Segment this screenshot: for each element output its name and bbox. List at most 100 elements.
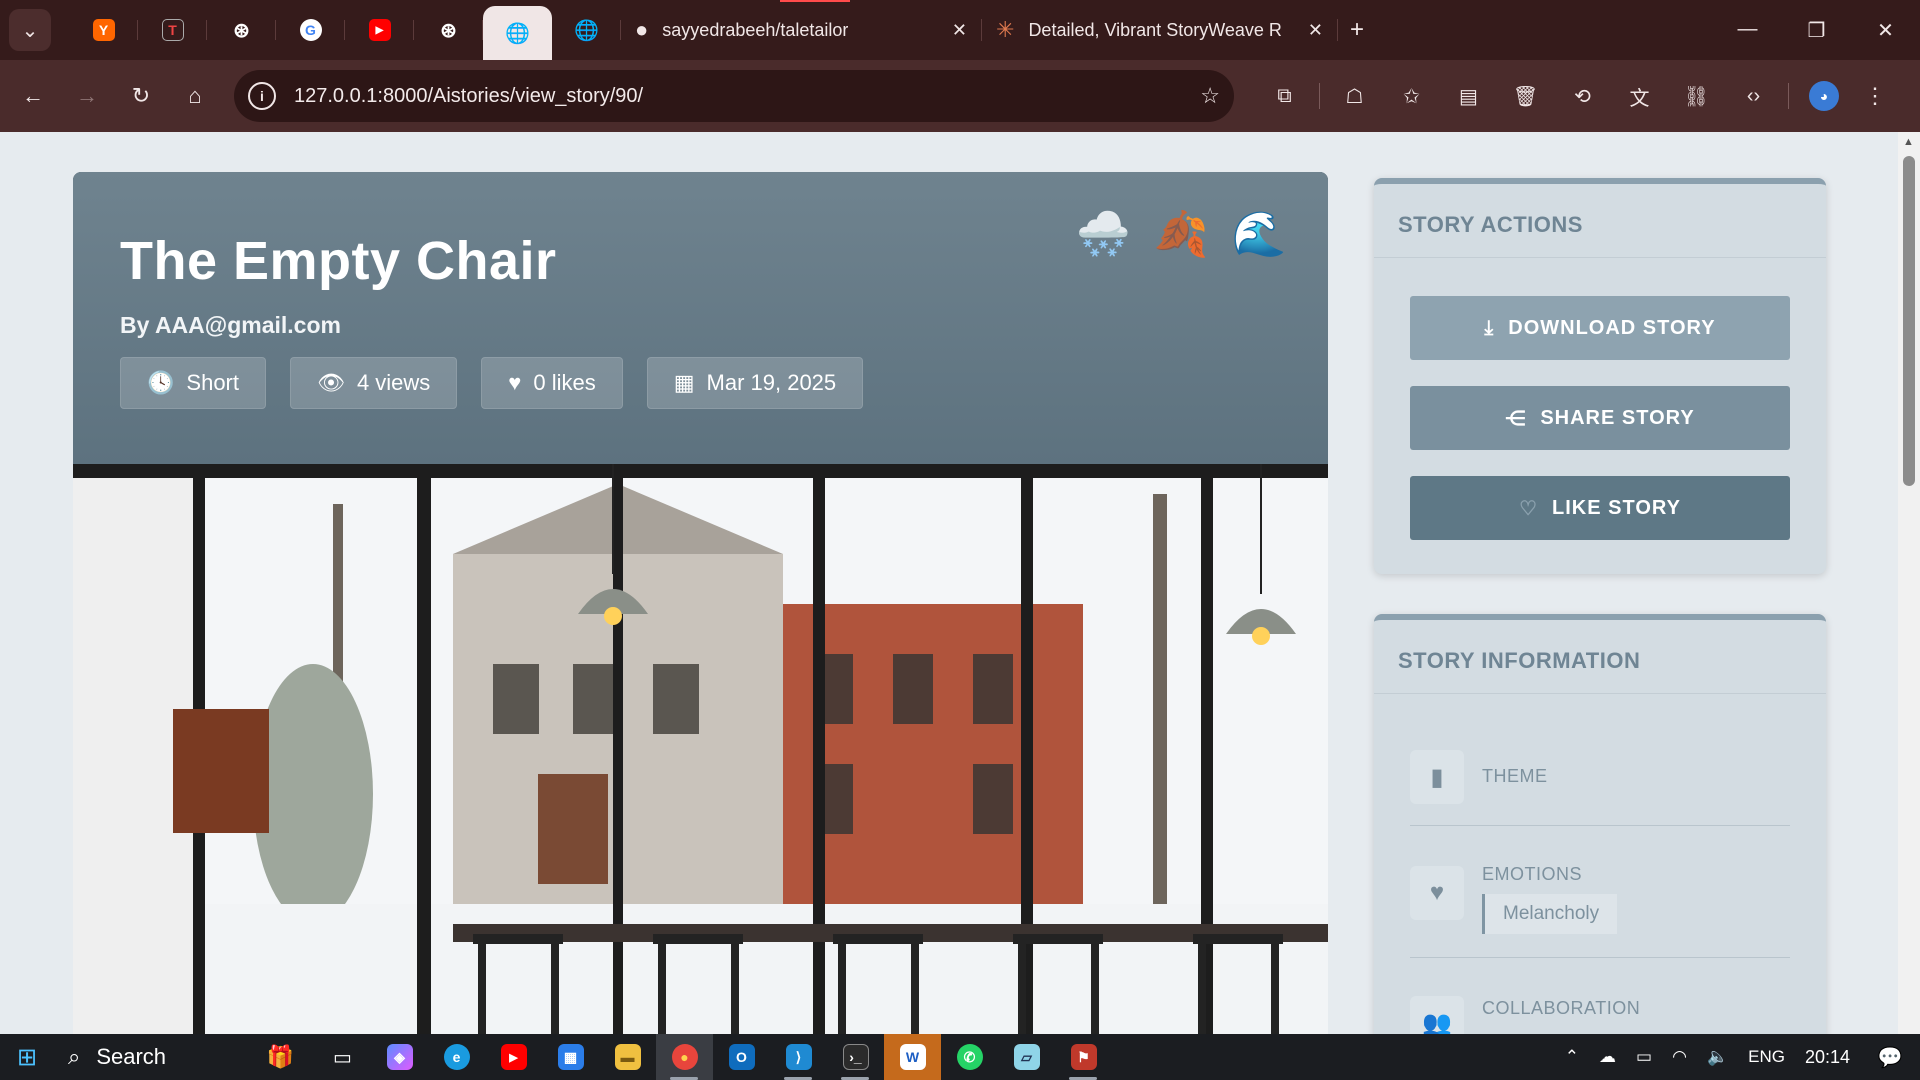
tab-globe[interactable]: 🌐 [552,0,621,60]
scrollbar-thumb[interactable] [1903,156,1915,486]
page-scrollbar[interactable]: ▲ [1898,132,1920,1034]
edge-icon[interactable]: e [428,1034,485,1080]
clock[interactable]: 20:14 [1805,1047,1850,1068]
likes-value: 0 likes [533,370,596,395]
clock-icon: 🕓 [147,370,175,395]
favorites-icon[interactable]: ✩ [1383,84,1440,109]
notes-icon[interactable]: ▱ [998,1034,1055,1080]
code-icon[interactable]: ‹› [1725,85,1782,108]
menu-kebab-icon[interactable]: ⋮ [1855,83,1895,109]
tab-divider [1337,19,1338,41]
system-tray: ⌃ ☁ ▭ ◠ 🔈 ENG 20:14 💬 [1555,1045,1920,1070]
chatgpt-icon: ⊛ [440,19,457,42]
windows-start-icon[interactable]: ⊞ [0,1043,54,1072]
restore-icon[interactable]: ❐ [1782,18,1851,43]
share-icon: ⋲ [1505,407,1527,430]
chevron-up-icon[interactable]: ⌃ [1565,1047,1579,1067]
like-label: LIKE STORY [1552,496,1681,519]
tab-chatgpt-1[interactable]: ⊛ [207,0,276,60]
whatsapp-icon[interactable]: ✆ [941,1034,998,1080]
new-tab-button[interactable]: + [1350,16,1390,44]
waves-icon: 🌊 [1231,210,1287,259]
heart-icon: ♥ [1410,866,1464,920]
theme-row: ▮ THEME [1410,750,1790,826]
story-header: The Empty Chair By AAA@gmail.com 🕓 Short… [73,172,1328,464]
tab-chatgpt-2[interactable]: ⊛ [414,0,483,60]
file-explorer-icon[interactable]: ▬ [599,1034,656,1080]
chrome-icon[interactable]: ● [656,1034,713,1080]
onedrive-icon[interactable]: ☁ [1599,1047,1616,1067]
close-tab-icon[interactable]: ✕ [1308,20,1323,41]
book-icon: ▮ [1410,750,1464,804]
site-info-icon[interactable]: i [248,82,276,110]
share-story-button[interactable]: ⋲ SHARE STORY [1410,386,1790,450]
extensions-icon[interactable]: ⧉ [1256,85,1313,108]
word-icon[interactable]: W [884,1034,941,1080]
home-icon[interactable]: ⌂ [168,83,222,109]
theme-label: THEME [1482,766,1548,786]
tab-tt[interactable]: T [138,0,207,60]
copilot-icon[interactable]: ◈ [371,1034,428,1080]
emotion-tag: Melancholy [1482,894,1618,934]
scroll-up-icon[interactable]: ▲ [1903,136,1914,148]
address-bar[interactable]: i 127.0.0.1:8000/Aistories/view_story/90… [234,70,1234,122]
history-icon[interactable]: ⟲ [1554,84,1611,109]
download-story-button[interactable]: ⤓ DOWNLOAD STORY [1410,296,1790,360]
tab-youtube[interactable]: ▶ [345,0,414,60]
date-badge: ▦ Mar 19, 2025 [646,357,864,409]
widgets-gift-icon[interactable]: 🎁 [267,1044,294,1070]
url-text[interactable]: 127.0.0.1:8000/Aistories/view_story/90/ [294,85,643,108]
taskbar-search[interactable]: ⌕ Search 🎁 [54,1034,294,1080]
trash-icon[interactable]: 🗑 [1497,84,1554,109]
tab-storyweave[interactable]: ✳ Detailed, Vibrant StoryWeave R ✕ [982,0,1337,60]
minimize-icon[interactable]: — [1713,18,1782,43]
pinned-tabs: Y T ⊛ G ▶ ⊛ 🌐 🌐 [69,0,621,60]
language-indicator[interactable]: ENG [1748,1047,1785,1067]
taskbar-apps: ▭ ◈ e ▶ ▦ ▬ ● O ⟩ ›_ W ✆ ▱ ⚑ [314,1034,1112,1080]
profile-avatar-icon[interactable]: ◕ [1809,81,1839,111]
notifications-icon[interactable]: 💬 [1870,1045,1910,1070]
reload-icon[interactable]: ↻ [114,83,168,109]
likes-badge: ♥ 0 likes [481,357,623,409]
youtube-app-icon[interactable]: ▶ [485,1034,542,1080]
chatgpt-icon: ⊛ [233,19,250,42]
back-icon[interactable]: ← [6,83,60,109]
toolbar-divider [1319,83,1320,109]
wifi-icon[interactable]: ◠ [1672,1047,1687,1067]
tab-strip: ⌄ Y T ⊛ G ▶ ⊛ 🌐 🌐 ● sayyedrabeeh/taletai… [0,0,1920,60]
window-controls: — ❐ ✕ [1713,18,1920,43]
tab-search-button[interactable]: ⌄ [9,9,51,51]
reading-list-icon[interactable]: ▤ [1440,84,1497,109]
tab-yc[interactable]: Y [69,0,138,60]
tab-google[interactable]: G [276,0,345,60]
translate-icon[interactable]: 文 [1611,82,1668,111]
close-window-icon[interactable]: ✕ [1851,18,1920,43]
terminal-icon[interactable]: ›_ [827,1034,884,1080]
close-tab-icon[interactable]: ✕ [952,20,967,41]
task-view-icon[interactable]: ▭ [314,1034,371,1080]
heart-icon: ♥ [508,370,522,395]
date-value: Mar 19, 2025 [706,370,837,395]
forward-icon[interactable]: → [60,83,114,109]
browser-toolbar: ← → ↻ ⌂ i 127.0.0.1:8000/Aistories/view_… [0,60,1920,132]
outlook-icon[interactable]: O [713,1034,770,1080]
battery-icon[interactable]: ▭ [1636,1047,1652,1067]
volume-icon[interactable]: 🔈 [1707,1047,1728,1067]
download-icon: ⤓ [1484,316,1495,339]
tab-title: sayyedrabeeh/taletailor [662,19,849,40]
share-label: SHARE STORY [1540,406,1695,429]
vscode-icon[interactable]: ⟩ [770,1034,827,1080]
like-story-button[interactable]: ♡ LIKE STORY [1410,476,1790,540]
tab-github[interactable]: ● sayyedrabeeh/taletailor ✕ [621,0,981,60]
mood-icons: 🌨️ 🍂 🌊 [1064,208,1298,260]
yc-icon: Y [92,19,115,41]
globe-icon: 🌐 [574,19,599,42]
link-icon[interactable]: ⛓ [1668,84,1725,109]
story-cover-image [73,464,1328,1034]
bookmark-star-icon[interactable]: ☆ [1200,83,1220,109]
incognito-icon[interactable]: ☖ [1326,84,1383,109]
tab-current[interactable]: 🌐 [483,6,552,60]
python-app-icon[interactable]: ⚑ [1055,1034,1112,1080]
google-icon: G [299,19,322,41]
store-icon[interactable]: ▦ [542,1034,599,1080]
